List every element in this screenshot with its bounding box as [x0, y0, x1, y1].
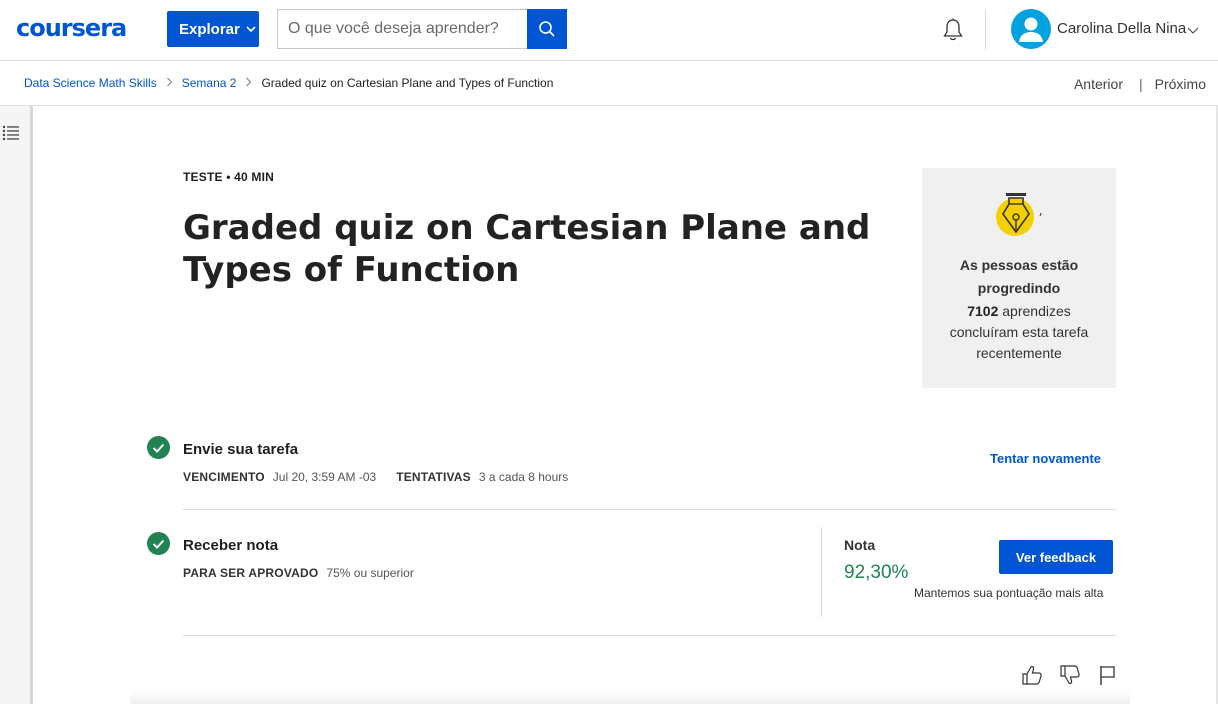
- grade-step-meta: PARA SER APROVADO 75% ou superior: [183, 566, 426, 580]
- flag-icon[interactable]: [1096, 664, 1120, 686]
- grade-value: 92,30%: [844, 562, 909, 583]
- list-icon[interactable]: [2, 125, 20, 141]
- view-feedback-button[interactable]: Ver feedback: [999, 540, 1113, 574]
- chevron-down-icon: [246, 25, 256, 36]
- breadcrumb-current: Graded quiz on Cartesian Plane and Types…: [261, 76, 554, 90]
- thumbs-down-icon[interactable]: [1058, 664, 1082, 686]
- progress-card-heading: As pessoas estão progredindo: [959, 257, 1079, 296]
- progress-card: As pessoas estão progredindo 7102 aprend…: [922, 168, 1116, 388]
- submit-step-title: Envie sua tarefa: [183, 441, 299, 458]
- header-divider: [985, 9, 986, 49]
- coursera-logo[interactable]: coursera: [16, 14, 127, 42]
- quiz-meta: TESTE • 40 MIN: [183, 170, 275, 184]
- chevron-right-icon: [166, 77, 173, 90]
- chevron-down-icon[interactable]: [1187, 22, 1199, 34]
- next-link[interactable]: Próximo: [1155, 76, 1206, 92]
- progress-card-body: 7102 aprendizes concluíram esta tarefa r…: [936, 301, 1102, 364]
- page-title: Graded quiz on Cartesian Plane and Types…: [183, 208, 871, 290]
- grade-step-title: Receber nota: [183, 537, 279, 554]
- breadcrumb: Data Science Math Skills Semana 2 Graded…: [24, 76, 553, 90]
- check-icon: [147, 532, 170, 555]
- due-value: Jul 20, 3:59 AM -03: [272, 470, 377, 484]
- grade-divider: [821, 527, 822, 617]
- user-avatar-icon[interactable]: [1011, 9, 1051, 49]
- breadcrumb-week-link[interactable]: Semana 2: [182, 76, 237, 90]
- due-label: VENCIMENTO: [183, 470, 265, 484]
- course-outline-rail: [0, 106, 33, 704]
- check-icon: [147, 436, 170, 459]
- divider: [183, 509, 1116, 510]
- submit-step-meta: VENCIMENTO Jul 20, 3:59 AM -03 TENTATIVA…: [183, 470, 580, 484]
- pen-icon: [995, 190, 1047, 242]
- thumbs-up-icon[interactable]: [1020, 664, 1044, 686]
- top-navbar: coursera Explorar Carolina Della Nina: [0, 0, 1218, 61]
- breadcrumb-bar: Data Science Math Skills Semana 2 Graded…: [0, 61, 1218, 106]
- attempts-label: TENTATIVAS: [396, 470, 471, 484]
- previous-link[interactable]: Anterior: [1074, 76, 1123, 92]
- attempts-value: 3 a cada 8 hours: [478, 470, 569, 484]
- explore-button[interactable]: Explorar: [167, 11, 259, 47]
- search-icon: [539, 21, 555, 37]
- learner-count: 7102: [967, 303, 999, 319]
- breadcrumb-course-link[interactable]: Data Science Math Skills: [24, 76, 157, 90]
- item-navigation: Anterior | Próximo: [1074, 76, 1206, 92]
- search-button[interactable]: [527, 9, 567, 49]
- nav-divider: |: [1139, 76, 1143, 92]
- divider: [183, 635, 1116, 636]
- retry-link[interactable]: Tentar novamente: [990, 451, 1101, 466]
- bottom-shadow: [130, 690, 1130, 704]
- explore-label: Explorar: [179, 20, 240, 38]
- pass-label: PARA SER APROVADO: [183, 566, 319, 580]
- grade-label: Nota: [844, 537, 876, 553]
- notifications-bell-icon[interactable]: [940, 17, 966, 43]
- search-input[interactable]: [277, 9, 527, 49]
- pass-value: 75% ou superior: [326, 566, 414, 580]
- grade-note: Mantemos sua pontuação mais alta: [914, 586, 1104, 600]
- item-feedback-actions: [1020, 664, 1120, 686]
- chevron-right-icon: [245, 77, 252, 90]
- user-name[interactable]: Carolina Della Nina: [1057, 20, 1186, 37]
